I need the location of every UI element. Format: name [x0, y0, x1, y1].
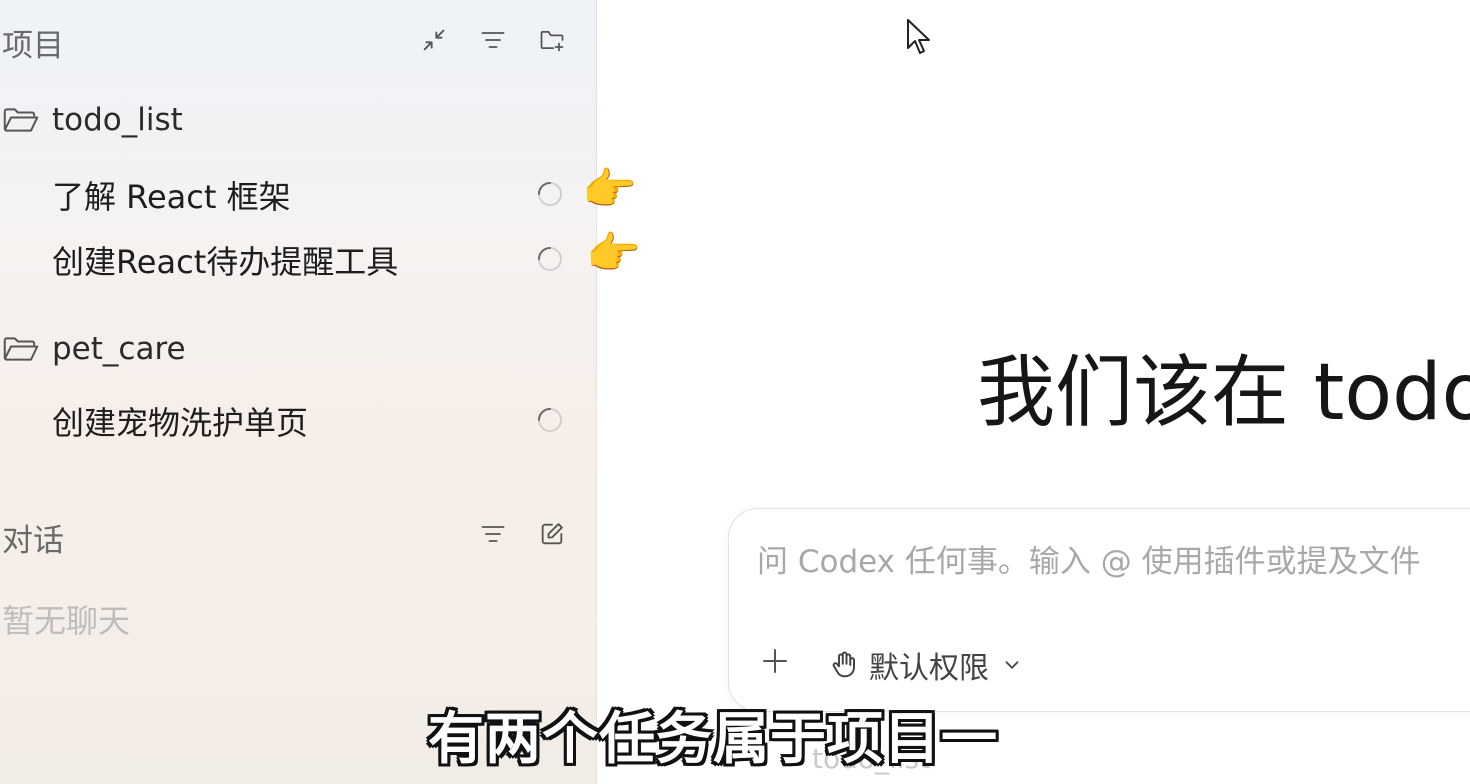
loading-spinner-icon [538, 408, 562, 432]
task-title: 了解 React 框架 [52, 178, 291, 216]
chevron-down-icon [1005, 661, 1019, 670]
folder-icon [3, 108, 39, 132]
video-subtitle: 有两个任务属于项目一 [428, 707, 998, 772]
sidebar: 项目 todo_list 了解 React 框架 创建React待办提醒工具 p… [0, 0, 597, 784]
new-folder-icon[interactable] [536, 24, 568, 56]
permission-label: 默认权限 [869, 651, 989, 686]
add-attachment-icon[interactable] [759, 645, 791, 677]
pointing-hand-icon: 👉 [582, 164, 637, 215]
project-todo-list[interactable]: todo_list [0, 98, 183, 142]
collapse-icon[interactable] [418, 24, 450, 56]
app-window: 项目 todo_list 了解 React 框架 创建React待办提醒工具 p… [0, 0, 1470, 784]
hand-icon [832, 651, 855, 678]
projects-section-title: 项目 [2, 28, 64, 64]
pointing-hand-icon: 👉 [586, 228, 641, 279]
empty-chats-text: 暂无聊天 [2, 602, 131, 640]
prompt-input[interactable] [755, 543, 1470, 581]
project-name: todo_list [52, 102, 183, 138]
filter-icon[interactable] [477, 24, 509, 56]
task-item[interactable]: 创建React待办提醒工具 [52, 238, 398, 282]
loading-spinner-icon [538, 182, 562, 206]
compose-icon[interactable] [536, 518, 568, 550]
folder-icon [3, 337, 39, 361]
task-item[interactable]: 了解 React 框架 [52, 173, 291, 217]
mouse-cursor-icon [907, 19, 930, 54]
filter-icon[interactable] [477, 518, 509, 550]
task-title: 创建宠物洗护单页 [52, 404, 309, 442]
project-pet-care[interactable]: pet_care [0, 327, 186, 371]
composer: 默认权限 [728, 508, 1470, 712]
project-name: pet_care [52, 331, 186, 367]
chats-section-title: 对话 [2, 523, 64, 559]
permission-dropdown[interactable]: 默认权限 [829, 645, 1033, 686]
page-headline: 我们该在 todo_list 中构建什么? [977, 348, 1470, 438]
task-title: 创建React待办提醒工具 [52, 243, 399, 281]
loading-spinner-icon [538, 247, 562, 271]
task-item[interactable]: 创建宠物洗护单页 [52, 399, 308, 443]
